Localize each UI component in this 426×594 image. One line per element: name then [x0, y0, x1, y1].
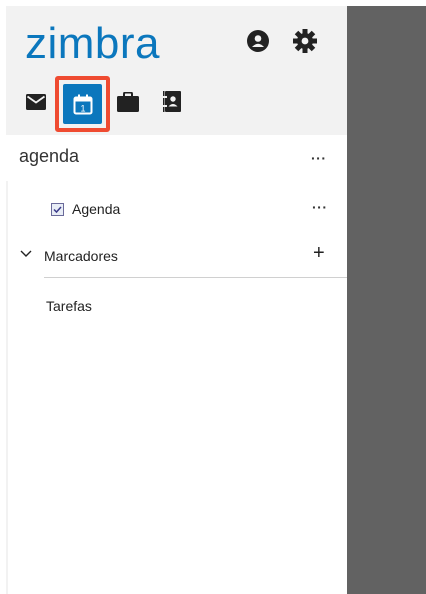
profile-icon[interactable]: [247, 30, 269, 52]
zimbra-logo: zimbra: [25, 19, 161, 68]
tags-divider: [44, 277, 347, 278]
section-title: agenda: [19, 146, 80, 166]
section-more-button[interactable]: ···: [311, 151, 327, 165]
left-divider: [6, 181, 8, 594]
briefcase-icon[interactable]: [117, 92, 139, 112]
contacts-icon[interactable]: [163, 91, 181, 112]
app-frame: zimbra 1 agenda ··· Agenda ··· Marcadore…: [6, 6, 426, 594]
mail-icon[interactable]: [26, 94, 46, 110]
tags-row: Marcadores +: [6, 242, 347, 270]
settings-icon[interactable]: [292, 28, 318, 54]
calendar-folder-row[interactable]: Agenda ···: [6, 191, 347, 225]
tasks-item[interactable]: Tarefas: [46, 298, 92, 314]
calendar-icon: 1: [73, 94, 92, 114]
calendar-folder-more-button[interactable]: ···: [312, 200, 328, 214]
calendar-tab[interactable]: 1: [63, 84, 102, 124]
checkmark-icon: [53, 206, 62, 214]
app-header: zimbra 1: [6, 6, 347, 135]
add-tag-button[interactable]: +: [313, 242, 325, 265]
tags-label[interactable]: Marcadores: [44, 248, 118, 264]
chevron-down-icon[interactable]: [20, 249, 32, 259]
calendar-folder-label: Agenda: [72, 201, 121, 217]
modal-overlay[interactable]: [347, 6, 426, 594]
sidebar: zimbra 1 agenda ··· Agenda ··· Marcadore…: [6, 6, 347, 594]
calendar-day: 1: [80, 103, 85, 113]
calendar-checkbox[interactable]: [51, 203, 64, 216]
